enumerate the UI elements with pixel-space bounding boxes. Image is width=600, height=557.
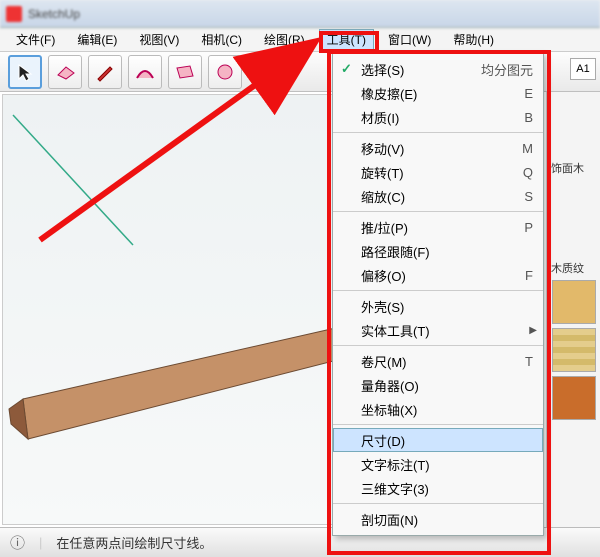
menu-item-tapemeasure[interactable]: 卷尺(M)T <box>333 349 543 373</box>
plank-model[interactable] <box>3 314 363 464</box>
panel-header-1: 饰面木 <box>549 160 598 176</box>
menu-item-pushpull[interactable]: 推/拉(P)P <box>333 215 543 239</box>
eraser-icon <box>54 63 76 81</box>
menu-help[interactable]: 帮助(H) <box>445 29 502 50</box>
circle-icon <box>215 62 235 82</box>
panel-header-2: 木质纹 <box>549 260 598 276</box>
info-icon[interactable]: ⓘ <box>10 532 25 553</box>
title-text: SketchUp <box>28 7 80 21</box>
swatch-wood-stripe[interactable] <box>552 328 596 372</box>
select-tool-button[interactable] <box>8 55 42 89</box>
cursor-icon <box>16 63 34 81</box>
menu-camera[interactable]: 相机(C) <box>193 29 250 50</box>
rect-icon <box>174 63 196 81</box>
pencil-tool-button[interactable] <box>88 55 122 89</box>
tools-dropdown: ✓选择(S)均分图元 橡皮擦(E)E 材质(I)B 移动(V)M 旋转(T)Q … <box>332 52 544 536</box>
swatch-wood-red[interactable] <box>552 376 596 420</box>
menu-draw[interactable]: 绘图(R) <box>256 29 313 50</box>
menu-item-scale[interactable]: 缩放(C)S <box>333 184 543 208</box>
menu-item-protractor[interactable]: 量角器(O) <box>333 373 543 397</box>
eraser-tool-button[interactable] <box>48 55 82 89</box>
circle-tool-button[interactable] <box>208 55 242 89</box>
menu-item-offset[interactable]: 偏移(O)F <box>333 263 543 287</box>
menu-item-material[interactable]: 材质(I)B <box>333 105 543 129</box>
menu-item-eraser[interactable]: 橡皮擦(E)E <box>333 81 543 105</box>
menu-item-shell[interactable]: 外壳(S) <box>333 294 543 318</box>
arc-tool-button[interactable] <box>128 55 162 89</box>
pencil-icon <box>95 62 115 82</box>
materials-panel: 饰面木 木质纹 <box>546 92 600 527</box>
menu-item-rotate[interactable]: 旋转(T)Q <box>333 160 543 184</box>
submenu-arrow-icon: ▶ <box>529 325 537 336</box>
menu-item-dimension[interactable]: 尺寸(D) <box>333 428 543 452</box>
swatch-wood-light[interactable] <box>552 280 596 324</box>
menu-window[interactable]: 窗口(W) <box>380 29 439 50</box>
menu-item-text[interactable]: 文字标注(T) <box>333 452 543 476</box>
title-bar: SketchUp <box>0 0 600 28</box>
menu-edit[interactable]: 编辑(E) <box>69 29 125 50</box>
arc-icon <box>134 62 156 82</box>
menu-item-select[interactable]: ✓选择(S)均分图元 <box>333 57 543 81</box>
menu-bar: 文件(F) 编辑(E) 视图(V) 相机(C) 绘图(R) 工具(T) 窗口(W… <box>0 28 600 52</box>
menu-item-section[interactable]: 剖切面(N) <box>333 507 543 531</box>
menu-item-3dtext[interactable]: 三维文字(3) <box>333 476 543 500</box>
menu-tools[interactable]: 工具(T) <box>319 29 374 50</box>
status-message: 在任意两点间绘制尺寸线。 <box>56 533 212 552</box>
menu-item-axes[interactable]: 坐标轴(X) <box>333 397 543 421</box>
check-icon: ✓ <box>341 61 352 77</box>
menu-item-solidtools[interactable]: 实体工具(T)▶ <box>333 318 543 342</box>
menu-item-followme[interactable]: 路径跟随(F) <box>333 239 543 263</box>
rect-tool-button[interactable] <box>168 55 202 89</box>
menu-item-move[interactable]: 移动(V)M <box>333 136 543 160</box>
menu-view[interactable]: 视图(V) <box>131 29 187 50</box>
menu-file[interactable]: 文件(F) <box>8 29 63 50</box>
app-icon <box>6 6 22 22</box>
paper-size-indicator[interactable]: A1 <box>570 58 596 80</box>
